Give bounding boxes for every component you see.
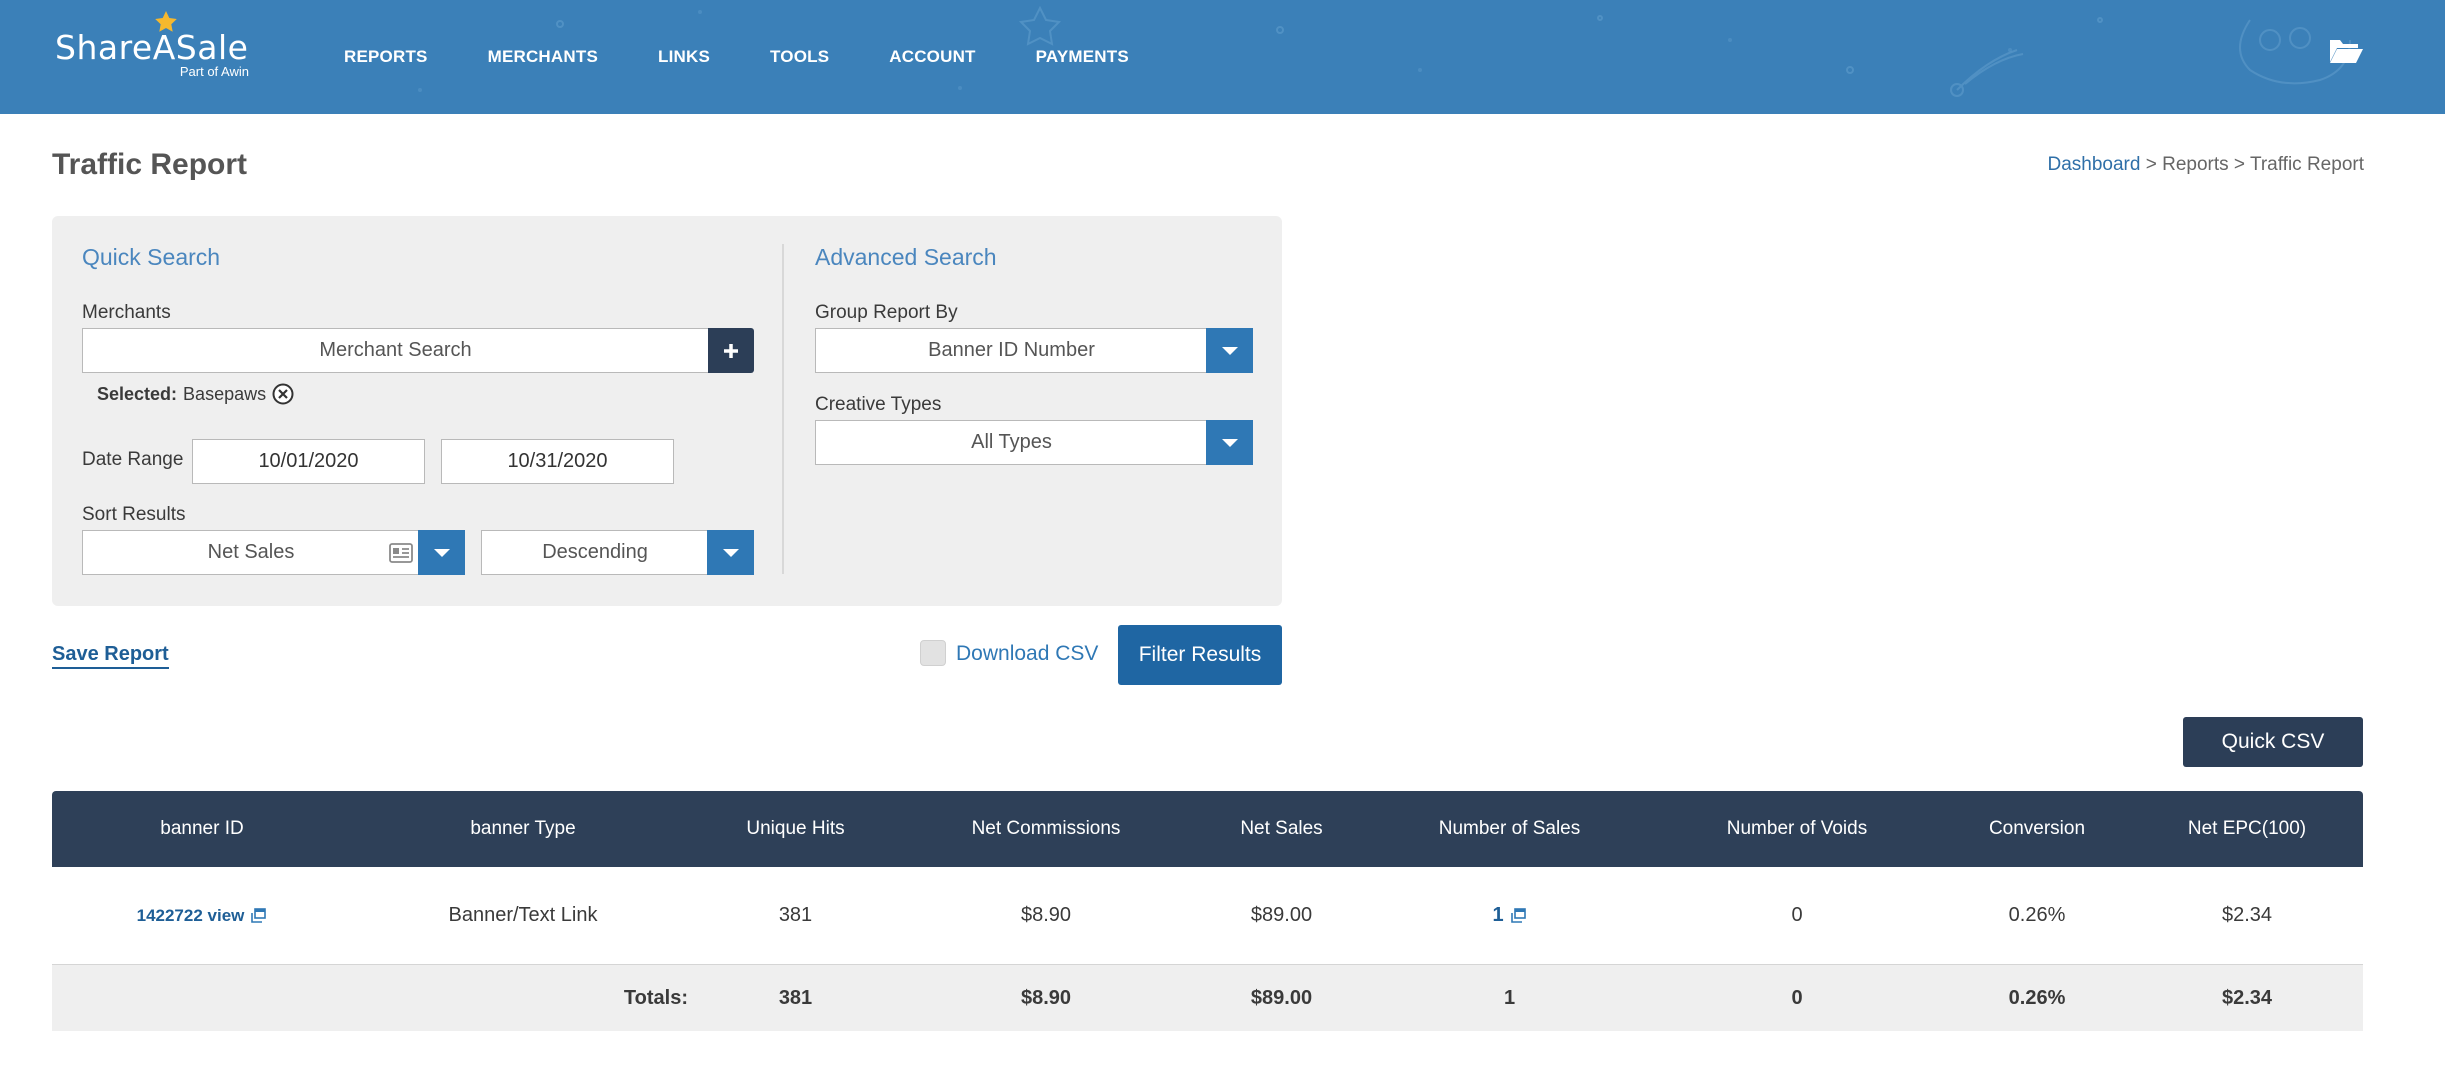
creative-types-value: All Types bbox=[971, 431, 1052, 453]
total-conversion: 0.26% bbox=[2008, 986, 2066, 1009]
filter-results-button[interactable]: Filter Results bbox=[1118, 625, 1282, 685]
col-header-banner-id[interactable]: banner ID bbox=[52, 791, 352, 867]
search-panel: Quick Search Merchants Merchant Search S… bbox=[52, 216, 1282, 606]
nav-account[interactable]: ACCOUNT bbox=[889, 47, 975, 67]
net-sales-cell: $89.00 bbox=[1250, 904, 1313, 926]
nav-reports[interactable]: REPORTS bbox=[344, 47, 428, 67]
save-report-link[interactable]: Save Report bbox=[52, 643, 169, 669]
date-to-value: 10/31/2020 bbox=[507, 450, 608, 472]
traffic-report-table: banner ID banner Type Unique Hits Net Co… bbox=[52, 791, 2363, 1031]
net-epc-cell: $2.34 bbox=[2221, 904, 2273, 926]
page-title: Traffic Report bbox=[52, 148, 248, 181]
col-header-net-sales[interactable]: Net Sales bbox=[1195, 791, 1368, 867]
download-csv-label[interactable]: Download CSV bbox=[956, 642, 1098, 666]
number-of-sales-link[interactable]: 1 bbox=[1492, 904, 1503, 927]
total-unique-hits: 381 bbox=[778, 986, 813, 1009]
external-link-icon[interactable] bbox=[1509, 907, 1527, 925]
breadcrumb-current: Traffic Report bbox=[2249, 154, 2364, 175]
col-header-conversion[interactable]: Conversion bbox=[1943, 791, 2131, 867]
total-net-sales: $89.00 bbox=[1250, 986, 1313, 1009]
remove-circle-icon[interactable] bbox=[272, 383, 294, 405]
plus-icon bbox=[724, 343, 738, 358]
caret-down-icon bbox=[1221, 346, 1238, 355]
date-range-label: Date Range bbox=[82, 449, 184, 470]
download-csv-checkbox[interactable] bbox=[920, 640, 946, 666]
total-net-commissions: $8.90 bbox=[1020, 986, 1072, 1009]
sort-field-value: Net Sales bbox=[207, 541, 295, 563]
sort-results-label: Sort Results bbox=[82, 504, 186, 525]
main-nav: REPORTS MERCHANTS LINKS TOOLS ACCOUNT PA… bbox=[344, 0, 1189, 114]
breadcrumb-dashboard[interactable]: Dashboard bbox=[2048, 154, 2141, 175]
totals-label: Totals: bbox=[623, 986, 688, 1009]
merchant-search-placeholder: Merchant Search bbox=[319, 339, 472, 361]
table-totals-row: Totals: 381 $8.90 $89.00 1 0 0.26% $2.34 bbox=[52, 965, 2363, 1031]
nav-payments[interactable]: PAYMENTS bbox=[1036, 47, 1129, 67]
star-icon bbox=[155, 11, 177, 32]
merchant-search-input[interactable]: Merchant Search bbox=[82, 328, 709, 373]
caret-down-icon bbox=[722, 548, 739, 557]
date-to-input[interactable]: 10/31/2020 bbox=[441, 439, 674, 484]
conversion-cell: 0.26% bbox=[2008, 904, 2066, 926]
sort-field-select[interactable]: Net Sales bbox=[82, 530, 465, 575]
sort-order-value: Descending bbox=[542, 541, 648, 563]
date-from-input[interactable]: 10/01/2020 bbox=[192, 439, 425, 484]
banner-id-cell: 1422722 view bbox=[52, 867, 352, 964]
logo-text: ShareASale bbox=[55, 28, 249, 67]
external-link-icon[interactable] bbox=[249, 907, 267, 925]
creative-types-select[interactable]: All Types bbox=[815, 420, 1253, 465]
selected-merchant-name: Basepaws bbox=[183, 383, 267, 404]
group-report-by-label: Group Report By bbox=[815, 302, 958, 323]
folder-open-icon[interactable] bbox=[2328, 36, 2364, 66]
banner-type-cell: Banner/Text Link bbox=[448, 904, 598, 926]
banner-id-link[interactable]: 1422722 view bbox=[137, 906, 245, 926]
sort-order-dropdown-button[interactable] bbox=[707, 530, 754, 575]
sort-order-select[interactable]: Descending bbox=[481, 530, 754, 575]
col-header-number-of-sales[interactable]: Number of Sales bbox=[1368, 791, 1651, 867]
quick-csv-button[interactable]: Quick CSV bbox=[2183, 717, 2363, 767]
logo-tagline: Part of Awin bbox=[179, 64, 249, 79]
selected-merchant: Selected: Basepaws bbox=[97, 383, 294, 405]
number-of-voids-cell: 0 bbox=[1791, 904, 1803, 926]
nav-links[interactable]: LINKS bbox=[658, 47, 710, 67]
panel-divider bbox=[782, 244, 784, 574]
number-of-sales-cell: 1 bbox=[1368, 867, 1651, 964]
add-merchant-button[interactable] bbox=[708, 328, 754, 373]
group-report-by-value: Banner ID Number bbox=[928, 339, 1095, 361]
merchants-label: Merchants bbox=[82, 302, 171, 323]
totals-empty-cell bbox=[52, 965, 352, 1031]
creative-types-dropdown-button[interactable] bbox=[1206, 420, 1253, 465]
sort-field-dropdown-button[interactable] bbox=[418, 530, 465, 575]
shareasale-logo[interactable]: ShareASale Part of Awin bbox=[55, 11, 255, 82]
unique-hits-cell: 381 bbox=[778, 904, 813, 926]
net-commissions-cell: $8.90 bbox=[1020, 904, 1072, 926]
col-header-net-commissions[interactable]: Net Commissions bbox=[897, 791, 1195, 867]
breadcrumb-reports: Reports bbox=[2162, 154, 2229, 175]
total-number-of-sales: 1 bbox=[1503, 986, 1516, 1009]
id-card-icon bbox=[389, 543, 413, 563]
group-report-by-dropdown-button[interactable] bbox=[1206, 328, 1253, 373]
top-header: ShareASale Part of Awin REPORTS MERCHANT… bbox=[0, 0, 2445, 114]
total-number-of-voids: 0 bbox=[1791, 986, 1803, 1009]
breadcrumb-separator: > bbox=[2228, 154, 2250, 175]
caret-down-icon bbox=[1221, 438, 1238, 447]
table-row: 1422722 view Banner/Text Link 381 $8.90 … bbox=[52, 867, 2363, 965]
quick-search-title: Quick Search bbox=[82, 244, 221, 270]
creative-types-label: Creative Types bbox=[815, 394, 942, 415]
table-header: banner ID banner Type Unique Hits Net Co… bbox=[52, 791, 2363, 867]
date-from-value: 10/01/2020 bbox=[258, 450, 359, 472]
group-report-by-select[interactable]: Banner ID Number bbox=[815, 328, 1253, 373]
col-header-banner-type[interactable]: banner Type bbox=[352, 791, 694, 867]
advanced-search-title: Advanced Search bbox=[815, 244, 997, 270]
total-net-epc: $2.34 bbox=[2221, 986, 2273, 1009]
nav-merchants[interactable]: MERCHANTS bbox=[488, 47, 598, 67]
breadcrumb: Dashboard > Reports > Traffic Report bbox=[2048, 154, 2365, 176]
caret-down-icon bbox=[433, 548, 450, 557]
breadcrumb-separator: > bbox=[2140, 154, 2163, 175]
selected-label: Selected: bbox=[97, 383, 178, 404]
col-header-unique-hits[interactable]: Unique Hits bbox=[694, 791, 897, 867]
nav-tools[interactable]: TOOLS bbox=[770, 47, 829, 67]
col-header-net-epc[interactable]: Net EPC(100) bbox=[2131, 791, 2363, 867]
col-header-number-of-voids[interactable]: Number of Voids bbox=[1651, 791, 1943, 867]
